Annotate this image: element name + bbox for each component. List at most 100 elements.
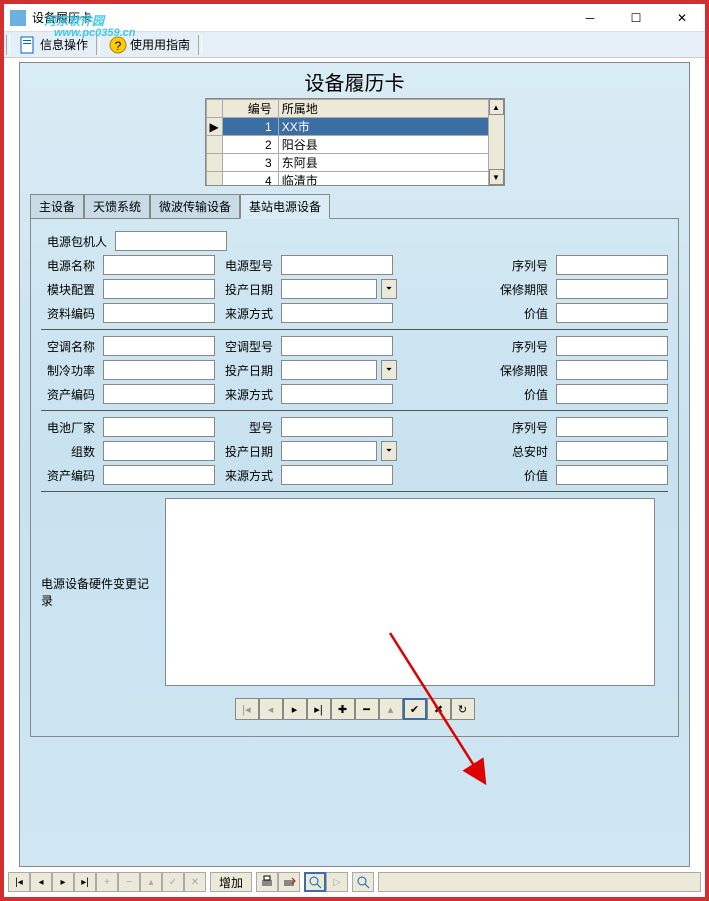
input-power-date[interactable] bbox=[281, 279, 377, 299]
print-icon bbox=[260, 875, 274, 889]
nav-next-button[interactable]: ▸ bbox=[283, 698, 307, 720]
label-ac-date: 投产日期 bbox=[219, 362, 277, 379]
tab-body: 电源包机人 电源名称 电源型号 序列号 模块配置 投产日期 ⏷ 保修期限 bbox=[30, 218, 679, 737]
nav-delete-button[interactable]: ━ bbox=[355, 698, 379, 720]
table-row[interactable]: 2 阳谷县 bbox=[206, 136, 503, 154]
nav-add-button[interactable]: ✚ bbox=[331, 698, 355, 720]
bb-print-button[interactable] bbox=[256, 872, 278, 892]
label-batt-asset: 资产编码 bbox=[41, 467, 99, 484]
label-power-owner: 电源包机人 bbox=[41, 233, 111, 250]
input-ac-serial[interactable] bbox=[556, 336, 668, 356]
input-power-owner[interactable] bbox=[115, 231, 227, 251]
input-module-config[interactable] bbox=[103, 279, 215, 299]
input-batt-value[interactable] bbox=[556, 465, 668, 485]
help-icon: ? bbox=[108, 35, 128, 55]
bb-edit-button[interactable]: ▴ bbox=[140, 872, 162, 892]
tab-main-device[interactable]: 主设备 bbox=[30, 194, 84, 218]
bb-zoom-button[interactable] bbox=[304, 872, 326, 892]
card-title: 设备履历卡 bbox=[20, 63, 689, 98]
label-batt-model: 型号 bbox=[219, 419, 277, 436]
input-batt-serial[interactable] bbox=[556, 417, 668, 437]
bb-add-label-button[interactable]: 增加 bbox=[210, 872, 252, 892]
input-power-serial[interactable] bbox=[556, 255, 668, 275]
menu-info-ops[interactable]: 信息操作 bbox=[12, 33, 94, 57]
date-dropdown-icon[interactable]: ⏷ bbox=[381, 279, 397, 299]
bb-cancel-button[interactable]: ✕ bbox=[184, 872, 206, 892]
nav-post-button[interactable]: ✔ bbox=[403, 698, 427, 720]
bb-search-button[interactable] bbox=[352, 872, 374, 892]
label-power-name: 电源名称 bbox=[41, 257, 99, 274]
label-power-value: 价值 bbox=[494, 305, 552, 322]
label-batt-vendor: 电池厂家 bbox=[41, 419, 99, 436]
label-power-model: 电源型号 bbox=[219, 257, 277, 274]
table-row[interactable]: ▶ 1 XX市 bbox=[206, 118, 503, 136]
bb-prev-button[interactable]: ◂ bbox=[30, 872, 52, 892]
grid-header-loc[interactable]: 所属地 bbox=[278, 100, 503, 118]
table-row[interactable]: 4 临清市 bbox=[206, 172, 503, 187]
input-batt-asset[interactable] bbox=[103, 465, 215, 485]
label-ac-model: 空调型号 bbox=[219, 338, 277, 355]
input-batt-date[interactable] bbox=[281, 441, 377, 461]
input-ac-asset[interactable] bbox=[103, 384, 215, 404]
input-ac-power[interactable] bbox=[103, 360, 215, 380]
input-power-name[interactable] bbox=[103, 255, 215, 275]
input-power-warranty[interactable] bbox=[556, 279, 668, 299]
label-power-serial: 序列号 bbox=[494, 257, 552, 274]
scroll-up-icon[interactable]: ▲ bbox=[489, 99, 504, 115]
menu-help-guide[interactable]: ? 使用用指南 bbox=[102, 33, 196, 57]
location-grid[interactable]: 编号 所属地 ▶ 1 XX市 2 阳谷县 3 东阿县 bbox=[205, 98, 505, 186]
row-indicator: ▶ bbox=[206, 118, 222, 136]
nav-edit-button[interactable]: ▴ bbox=[379, 698, 403, 720]
scroll-down-icon[interactable]: ▼ bbox=[489, 169, 504, 185]
label-batt-serial: 序列号 bbox=[494, 419, 552, 436]
tab-power-equipment[interactable]: 基站电源设备 bbox=[240, 194, 330, 219]
input-batt-groups[interactable] bbox=[103, 441, 215, 461]
label-ac-asset: 资产编码 bbox=[41, 386, 99, 403]
input-power-model[interactable] bbox=[281, 255, 393, 275]
tab-antenna-system[interactable]: 天馈系统 bbox=[84, 194, 150, 218]
grid-header-id[interactable]: 编号 bbox=[222, 100, 278, 118]
bb-play-button[interactable]: ▷ bbox=[326, 872, 348, 892]
input-power-source[interactable] bbox=[281, 303, 393, 323]
label-ac-source: 来源方式 bbox=[219, 386, 277, 403]
label-ac-name: 空调名称 bbox=[41, 338, 99, 355]
nav-cancel-button[interactable]: ✖ bbox=[427, 698, 451, 720]
table-row[interactable]: 3 东阿县 bbox=[206, 154, 503, 172]
input-power-asset[interactable] bbox=[103, 303, 215, 323]
input-ac-warranty[interactable] bbox=[556, 360, 668, 380]
input-batt-model[interactable] bbox=[281, 417, 393, 437]
bb-last-button[interactable]: ▸| bbox=[74, 872, 96, 892]
bottom-bar-spacer bbox=[378, 872, 701, 892]
tab-microwave-transmission[interactable]: 微波传输设备 bbox=[150, 194, 240, 218]
input-power-value[interactable] bbox=[556, 303, 668, 323]
grid-scrollbar[interactable]: ▲ ▼ bbox=[488, 99, 504, 185]
nav-first-button[interactable]: |◂ bbox=[235, 698, 259, 720]
nav-prev-button[interactable]: ◂ bbox=[259, 698, 283, 720]
document-icon bbox=[18, 35, 38, 55]
maximize-button[interactable]: ☐ bbox=[613, 4, 659, 32]
bb-post-button[interactable]: ✓ bbox=[162, 872, 184, 892]
close-button[interactable]: ✕ bbox=[659, 4, 705, 32]
nav-refresh-button[interactable]: ↻ bbox=[451, 698, 475, 720]
svg-text:?: ? bbox=[115, 39, 122, 53]
bb-add-button[interactable]: + bbox=[96, 872, 118, 892]
minimize-button[interactable]: ─ bbox=[567, 4, 613, 32]
input-ac-date[interactable] bbox=[281, 360, 377, 380]
label-power-asset: 资料编码 bbox=[41, 305, 99, 322]
textarea-changelog[interactable] bbox=[165, 498, 655, 686]
nav-last-button[interactable]: ▸| bbox=[307, 698, 331, 720]
bb-export-button[interactable] bbox=[278, 872, 300, 892]
input-ac-name[interactable] bbox=[103, 336, 215, 356]
bb-first-button[interactable]: |◂ bbox=[8, 872, 30, 892]
bb-next-button[interactable]: ▸ bbox=[52, 872, 74, 892]
input-ac-source[interactable] bbox=[281, 384, 393, 404]
input-ac-value[interactable] bbox=[556, 384, 668, 404]
input-ac-model[interactable] bbox=[281, 336, 393, 356]
date-dropdown-icon[interactable]: ⏷ bbox=[381, 360, 397, 380]
record-navigator: |◂ ◂ ▸ ▸| ✚ ━ ▴ ✔ ✖ ↻ bbox=[41, 698, 668, 720]
input-batt-source[interactable] bbox=[281, 465, 393, 485]
input-batt-ah[interactable] bbox=[556, 441, 668, 461]
date-dropdown-icon[interactable]: ⏷ bbox=[381, 441, 397, 461]
input-batt-vendor[interactable] bbox=[103, 417, 215, 437]
bb-delete-button[interactable]: − bbox=[118, 872, 140, 892]
